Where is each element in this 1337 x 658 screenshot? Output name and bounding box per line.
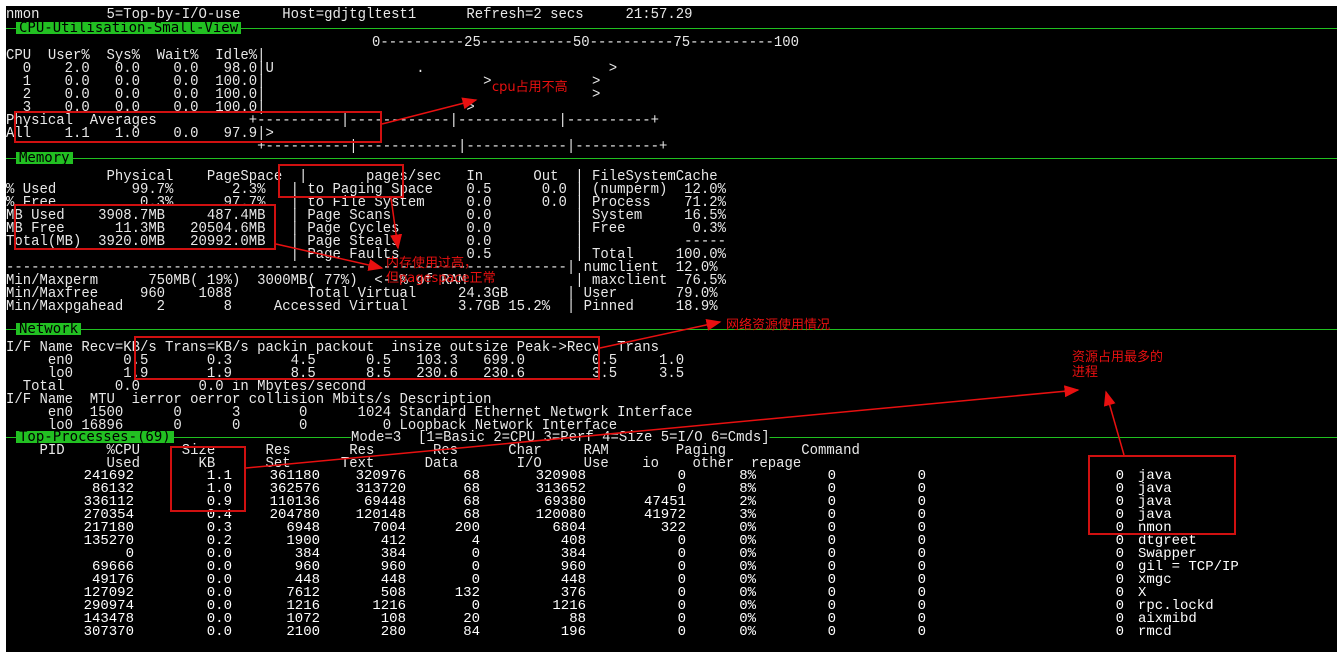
annotation-arrows xyxy=(245,97,1125,469)
cpu-note: cpu占用不高 xyxy=(492,80,568,95)
processes-note-line-1: 资源占用最多的 xyxy=(1072,350,1164,365)
processes-note-arrow xyxy=(1103,390,1125,456)
pagespace-note-arrow xyxy=(390,197,403,250)
processes-note-line-2: 进程 xyxy=(1072,365,1099,380)
nmon-terminal: nmon 5=Top-by-I/O-use Host=gdjtgltest1 R… xyxy=(4,4,1337,654)
network-note-arrow xyxy=(599,318,722,349)
cpu-note-arrow xyxy=(381,97,478,125)
memory-note-line-2: 但pagespace正常 xyxy=(386,271,496,286)
memory-note-arrow xyxy=(275,243,384,271)
cpu-column-arrow xyxy=(245,385,1080,469)
network-note: 网络资源使用情况 xyxy=(726,318,831,333)
memory-note-line-1: 内存使用过高， xyxy=(386,256,478,271)
